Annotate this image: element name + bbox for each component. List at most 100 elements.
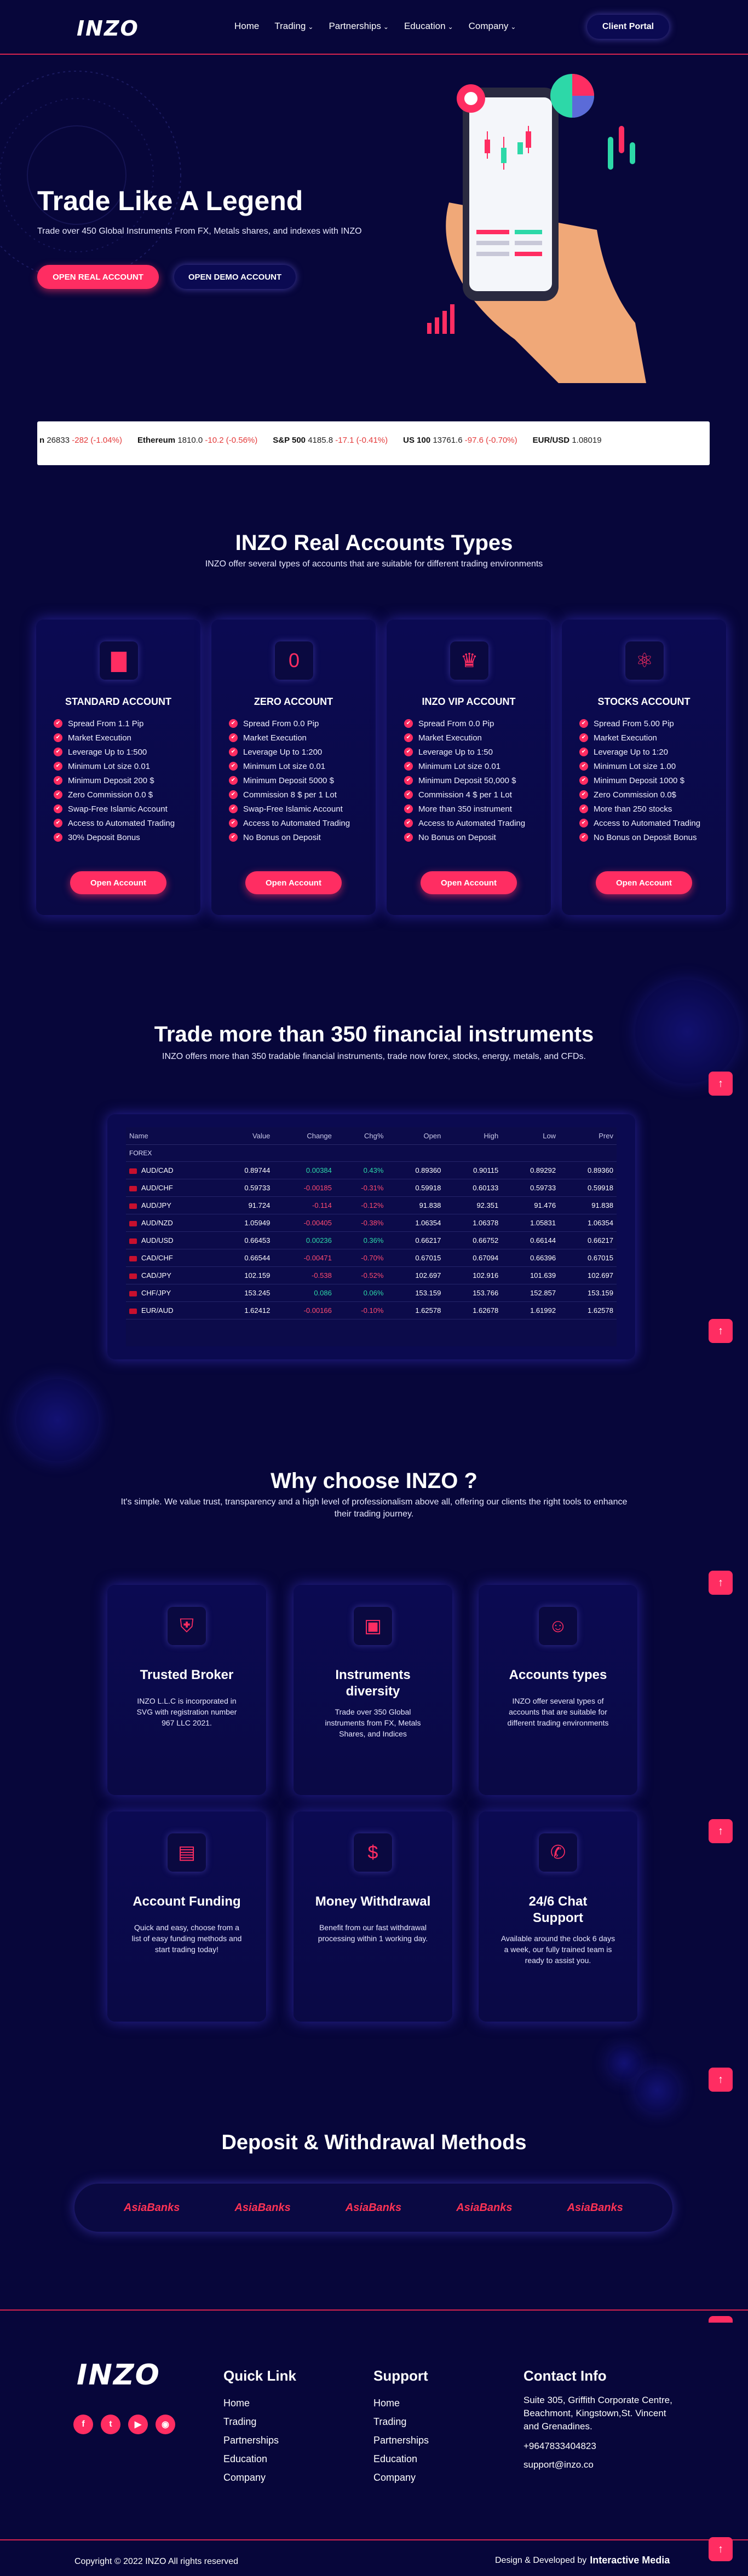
- table-cell: 0.59918: [387, 1179, 445, 1197]
- table-cell: 1.61992: [502, 1301, 560, 1319]
- column-header[interactable]: Open: [387, 1127, 445, 1145]
- table-row[interactable]: CAD/JPY 102.159 -0.538 -0.52% 102.697 102.916…: [126, 1266, 617, 1284]
- table-cell: 0.59733: [216, 1179, 274, 1197]
- ticker-item[interactable]: n 26833 -282 (-1.04%): [39, 436, 122, 445]
- site-logo[interactable]: INZO: [77, 16, 139, 40]
- account-card: ▇ STANDARD ACCOUNT Spread From 1.1 Pip Ma…: [36, 620, 200, 915]
- feature-item: Leverage Up to 1:500: [54, 748, 191, 757]
- table-cell: 1.06378: [444, 1214, 502, 1232]
- open-account-button[interactable]: Open Account: [596, 871, 692, 894]
- column-header[interactable]: Value: [216, 1127, 274, 1145]
- open-account-button[interactable]: Open Account: [70, 871, 166, 894]
- feature-item: More than 350 instrument: [404, 804, 541, 814]
- feature-item: Commission 8 $ per 1 Lot: [229, 790, 366, 800]
- hero-title: Trade Like A Legend: [37, 186, 303, 216]
- table-row[interactable]: CHF/JPY 153.245 0.086 0.06% 153.159 153.766 15…: [126, 1284, 617, 1302]
- contact-email[interactable]: support@inzo.co: [523, 2459, 594, 2470]
- table-cell: 0.89360: [559, 1161, 617, 1179]
- footer-bottom-divider: [0, 2539, 748, 2540]
- column-header[interactable]: Low: [502, 1127, 560, 1145]
- column-header[interactable]: Chg%: [335, 1127, 387, 1145]
- developer-logo[interactable]: Interactive Media: [590, 2555, 670, 2566]
- site-header: INZO Home Trading ⌄ Partnerships ⌄ Educati…: [0, 0, 748, 55]
- footer-link[interactable]: Education: [373, 2450, 429, 2468]
- table-cell: 1.62412: [216, 1301, 274, 1319]
- quick-links-list: Home Trading Partnerships Education Comp…: [223, 2394, 279, 2487]
- open-demo-account-button[interactable]: OPEN DEMO ACCOUNT: [174, 265, 296, 289]
- table-row[interactable]: AUD/USD 0.66453 0.00236 0.36% 0.66217 0.66752…: [126, 1231, 617, 1249]
- table-cell: 0.36%: [335, 1231, 387, 1249]
- footer-link[interactable]: Partnerships: [373, 2431, 429, 2450]
- ticker-item[interactable]: US 100 13761.6 -97.6 (-0.70%): [403, 436, 517, 445]
- footer-link[interactable]: Education: [223, 2450, 279, 2468]
- hero-globe-decor: [0, 71, 181, 280]
- feature-item: Access to Automated Trading: [404, 819, 541, 829]
- feature-card: ▣ Instruments diversity Trade over 350 G…: [294, 1585, 452, 1795]
- column-header[interactable]: High: [444, 1127, 502, 1145]
- column-header[interactable]: Change: [273, 1127, 335, 1145]
- column-header[interactable]: Prev: [559, 1127, 617, 1145]
- feature-item: No Bonus on Deposit: [229, 833, 366, 843]
- table-cell: 1.62578: [559, 1301, 617, 1319]
- table-cell: 1.05949: [216, 1214, 274, 1232]
- nav-home[interactable]: Home: [234, 21, 259, 32]
- payments-title: Deposit & Withdrawal Methods: [221, 2131, 527, 2154]
- scroll-top-button[interactable]: ↑: [709, 2068, 733, 2092]
- contact-phone[interactable]: +9647833404823: [523, 2441, 596, 2452]
- youtube-icon[interactable]: ▶: [128, 2415, 148, 2434]
- table-cell: 0.00236: [273, 1231, 335, 1249]
- feature-title: Accounts types: [509, 1668, 607, 1682]
- ticker-item[interactable]: EUR/USD 1.08019: [533, 436, 602, 445]
- ticker-item[interactable]: S&P 500 4185.8 -17.1 (-0.41%): [273, 436, 388, 445]
- nav-partnerships[interactable]: Partnerships ⌄: [329, 21, 389, 32]
- footer-logo[interactable]: INZO: [77, 2359, 160, 2392]
- chevron-down-icon: ⌄: [308, 23, 314, 31]
- account-name: INZO VIP ACCOUNT: [422, 696, 516, 707]
- feature-item: Leverage Up to 1:50: [404, 748, 541, 757]
- table-row[interactable]: AUD/JPY 91.724 -0.114 -0.12% 91.838 92.351 91.…: [126, 1196, 617, 1214]
- column-header[interactable]: Name: [126, 1127, 216, 1145]
- flag-icon: [129, 1290, 137, 1296]
- feature-description: Trade over 350 Global instruments from F…: [325, 1707, 421, 1738]
- chevron-down-icon: ⌄: [383, 23, 389, 31]
- footer-link[interactable]: Home: [223, 2394, 279, 2412]
- table-row[interactable]: AUD/CAD 0.89744 0.00384 0.43% 0.89360 0.90115…: [126, 1161, 617, 1179]
- footer-link[interactable]: Home: [373, 2394, 429, 2412]
- scroll-top-button[interactable]: ↑: [709, 1319, 733, 1343]
- atom-icon: ⚛: [625, 641, 664, 680]
- table-cell: 0.89744: [216, 1161, 274, 1179]
- open-account-button[interactable]: Open Account: [421, 871, 517, 894]
- open-account-button[interactable]: Open Account: [245, 871, 342, 894]
- scroll-top-button[interactable]: ↑: [709, 1819, 733, 1843]
- feature-item: Market Execution: [404, 733, 541, 743]
- market-ticker: n 26833 -282 (-1.04%) Ethereum 1810.0 -1…: [37, 421, 710, 465]
- table-row[interactable]: EUR/AUD 1.62412 -0.00166 -0.10% 1.62578 1.626…: [126, 1301, 617, 1319]
- table-cell: 92.351: [444, 1196, 502, 1214]
- table-cell: 1.06354: [387, 1214, 445, 1232]
- nav-company[interactable]: Company ⌄: [469, 21, 516, 32]
- account-name: ZERO ACCOUNT: [254, 696, 333, 707]
- scroll-top-button[interactable]: [709, 2316, 733, 2323]
- scroll-top-button[interactable]: ↑: [709, 2537, 733, 2561]
- footer-link[interactable]: Trading: [373, 2412, 429, 2431]
- table-row[interactable]: AUD/NZD 1.05949 -0.00405 -0.38% 1.06354 1.063…: [126, 1214, 617, 1232]
- open-real-account-button[interactable]: OPEN REAL ACCOUNT: [37, 265, 159, 289]
- footer-link[interactable]: Company: [373, 2468, 429, 2487]
- feature-title: Trusted Broker: [140, 1668, 234, 1682]
- table-row[interactable]: CAD/CHF 0.66544 -0.00471 -0.70% 0.67015 0.670…: [126, 1249, 617, 1267]
- nav-trading[interactable]: Trading ⌄: [274, 21, 313, 32]
- table-row[interactable]: AUD/CHF 0.59733 -0.00185 -0.31% 0.59918 0.601…: [126, 1179, 617, 1197]
- nav-education[interactable]: Education ⌄: [404, 21, 453, 32]
- footer-link[interactable]: Partnerships: [223, 2431, 279, 2450]
- table-cell: -0.10%: [335, 1301, 387, 1319]
- scroll-top-button[interactable]: ↑: [709, 1571, 733, 1595]
- table-cell: 102.916: [444, 1266, 502, 1284]
- scroll-top-button[interactable]: ↑: [709, 1072, 733, 1096]
- client-portal-button[interactable]: Client Portal: [587, 15, 669, 39]
- footer-link[interactable]: Trading: [223, 2412, 279, 2431]
- ticker-item[interactable]: Ethereum 1810.0 -10.2 (-0.56%): [137, 436, 257, 445]
- facebook-icon[interactable]: f: [73, 2415, 93, 2434]
- footer-link[interactable]: Company: [223, 2468, 279, 2487]
- instagram-icon[interactable]: ◉: [156, 2415, 175, 2434]
- twitter-icon[interactable]: t: [101, 2415, 120, 2434]
